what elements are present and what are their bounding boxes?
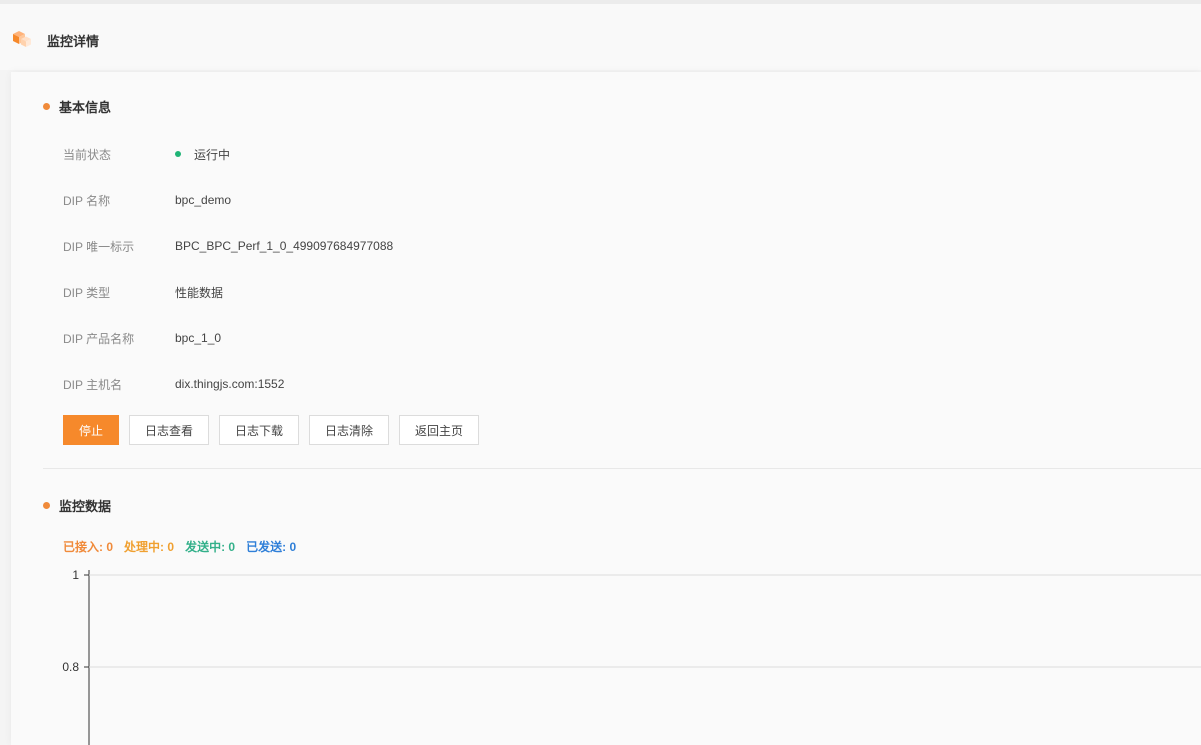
- y-tick-label: 0.8: [62, 660, 79, 674]
- monitor-chart: 10.8: [62, 568, 1201, 745]
- cube-logo-icon: [13, 31, 31, 47]
- page-header: 监控详情: [0, 4, 1201, 70]
- detail-card: 基本信息 当前状态 运行中 DIP 名称 bpc_demo DIP 唯一标示 B…: [11, 72, 1201, 745]
- page-title: 监控详情: [47, 34, 100, 49]
- y-tick-label: 1: [72, 568, 79, 582]
